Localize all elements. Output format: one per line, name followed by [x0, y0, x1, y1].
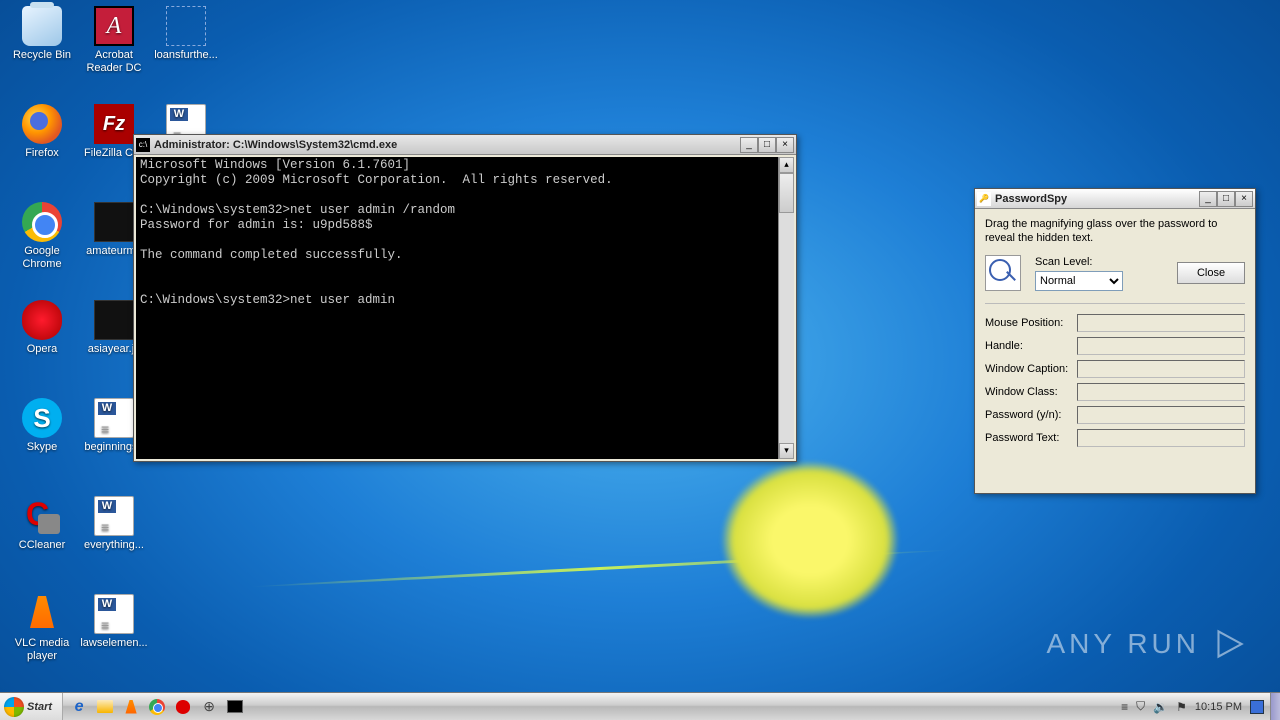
- cmd-output: Microsoft Windows [Version 6.1.7601] Cop…: [136, 157, 778, 459]
- desktop-icon-chrome[interactable]: Google Chrome: [6, 202, 78, 271]
- window-class-field: [1077, 383, 1245, 401]
- tray-volume-icon[interactable]: 🔉: [1153, 700, 1168, 714]
- window-caption-label: Window Caption:: [985, 363, 1077, 375]
- scroll-up-icon[interactable]: ▴: [779, 157, 794, 173]
- handle-label: Handle:: [985, 340, 1077, 352]
- ql-magnify-icon[interactable]: ⊕: [197, 696, 221, 718]
- desktop-icon-everything[interactable]: everything...: [78, 496, 150, 552]
- mouse-position-field: [1077, 314, 1245, 332]
- ql-explorer-icon[interactable]: [93, 696, 117, 718]
- cmd-close-button[interactable]: ×: [776, 137, 794, 153]
- cmd-maximize-button[interactable]: □: [758, 137, 776, 153]
- pspy-maximize-button[interactable]: □: [1217, 191, 1235, 207]
- tray-flag-icon[interactable]: ⚑: [1176, 700, 1187, 714]
- ql-opera-icon[interactable]: [171, 696, 195, 718]
- key-icon: 🔑: [977, 192, 991, 206]
- ql-cmd-icon[interactable]: [223, 696, 247, 718]
- window-caption-field: [1077, 360, 1245, 378]
- cmd-body[interactable]: Microsoft Windows [Version 6.1.7601] Cop…: [136, 157, 794, 459]
- show-desktop-button[interactable]: [1270, 693, 1280, 720]
- taskbar[interactable]: Start e ⊕ ≡ ⛉ 🔉 ⚑ 10:15 PM: [0, 692, 1280, 720]
- start-button[interactable]: Start: [0, 693, 63, 720]
- scroll-thumb[interactable]: [779, 173, 794, 213]
- window-class-label: Window Class:: [985, 386, 1077, 398]
- cmd-title: Administrator: C:\Windows\System32\cmd.e…: [154, 139, 740, 151]
- scroll-down-icon[interactable]: ▾: [779, 443, 794, 459]
- pspy-titlebar[interactable]: 🔑 PasswordSpy _ □ ×: [975, 189, 1255, 209]
- window-cmd[interactable]: c:\ Administrator: C:\Windows\System32\c…: [133, 134, 797, 462]
- divider: [985, 303, 1245, 304]
- tray-expand-icon[interactable]: ≡: [1121, 700, 1128, 714]
- cmd-scrollbar[interactable]: ▴ ▾: [778, 157, 794, 459]
- desktop-icon-firefox[interactable]: Firefox: [6, 104, 78, 160]
- tray-shield-icon[interactable]: ⛉: [1136, 699, 1145, 714]
- pspy-instruction: Drag the magnifying glass over the passw…: [985, 217, 1245, 245]
- ql-ie-icon[interactable]: e: [67, 696, 91, 718]
- ql-chrome-icon[interactable]: [145, 696, 169, 718]
- pspy-minimize-button[interactable]: _: [1199, 191, 1217, 207]
- system-tray: ≡ ⛉ 🔉 ⚑ 10:15 PM: [1115, 693, 1270, 720]
- desktop-icon-recycle-bin[interactable]: Recycle Bin: [6, 6, 78, 62]
- desktop-icon-opera[interactable]: Opera: [6, 300, 78, 356]
- window-passwordspy[interactable]: 🔑 PasswordSpy _ □ × Drag the magnifying …: [974, 188, 1256, 494]
- taskbar-clock[interactable]: 10:15 PM: [1195, 701, 1242, 713]
- anyrun-watermark: ANY RUN: [1046, 623, 1250, 665]
- magnifier-icon[interactable]: [985, 255, 1021, 291]
- desktop-icon-lawselemen[interactable]: lawselemen...: [78, 594, 150, 650]
- desktop-icon-ccleaner[interactable]: CCleaner: [6, 496, 78, 552]
- pspy-close-button[interactable]: ×: [1235, 191, 1253, 207]
- pspy-body: Drag the magnifying glass over the passw…: [975, 209, 1255, 460]
- mouse-position-label: Mouse Position:: [985, 317, 1077, 329]
- scan-level-select[interactable]: Normal: [1035, 271, 1123, 291]
- desktop-icon-acrobat[interactable]: AAcrobat Reader DC: [78, 6, 150, 75]
- pspy-title: PasswordSpy: [995, 193, 1199, 205]
- password-yn-field: [1077, 406, 1245, 424]
- password-yn-label: Password (y/n):: [985, 409, 1077, 421]
- cmd-icon: c:\: [136, 138, 150, 152]
- ql-vlc-icon[interactable]: [119, 696, 143, 718]
- scan-level-label: Scan Level:: [1035, 256, 1163, 268]
- cmd-minimize-button[interactable]: _: [740, 137, 758, 153]
- handle-field: [1077, 337, 1245, 355]
- password-text-field: [1077, 429, 1245, 447]
- password-text-label: Password Text:: [985, 432, 1077, 444]
- close-button[interactable]: Close: [1177, 262, 1245, 284]
- start-label: Start: [27, 701, 52, 713]
- windows-orb-icon: [4, 697, 24, 717]
- desktop-icon-loansfurthe[interactable]: loansfurthe...: [150, 6, 222, 62]
- tray-monitor-icon[interactable]: [1250, 700, 1264, 714]
- cmd-titlebar[interactable]: c:\ Administrator: C:\Windows\System32\c…: [134, 135, 796, 155]
- quick-launch: e ⊕: [63, 693, 251, 720]
- desktop-icon-vlc[interactable]: VLC media player: [6, 594, 78, 663]
- desktop-icon-skype[interactable]: SSkype: [6, 398, 78, 454]
